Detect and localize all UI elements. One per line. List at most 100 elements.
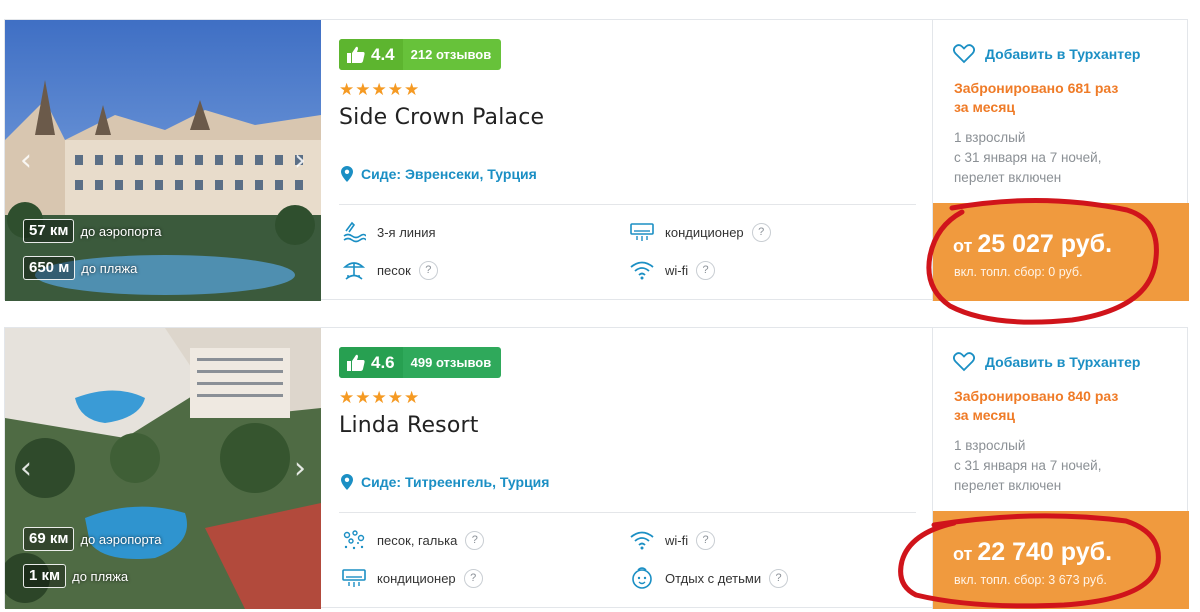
thumbs-up-icon bbox=[347, 354, 365, 371]
price-amount: от 25 027 руб. bbox=[953, 230, 1112, 259]
star-icon: ★ bbox=[404, 80, 420, 100]
reviews-count: 499 отзывов bbox=[410, 355, 492, 370]
tour-details: 1 взрослый с 31 января на 7 ночей, перел… bbox=[954, 128, 1174, 188]
star-rating: ★ ★ ★ ★ ★ bbox=[339, 390, 419, 407]
feature-label: 3-я линия bbox=[377, 224, 436, 240]
help-button[interactable]: ? bbox=[751, 222, 771, 242]
help-button[interactable]: ? bbox=[769, 568, 789, 588]
rating-value: 4.4 bbox=[371, 44, 395, 64]
feature-item: песок ? bbox=[341, 257, 438, 283]
feature-item: Отдых с детьми ? bbox=[629, 565, 789, 591]
booked-line: за месяц bbox=[954, 99, 1015, 115]
tour-flight: перелет включен bbox=[954, 478, 1062, 493]
help-button[interactable]: ? bbox=[463, 568, 483, 588]
price-value: 25 027 руб. bbox=[977, 230, 1113, 258]
hotel-location[interactable]: Сиде: Эвренсеки, Турция bbox=[341, 166, 537, 182]
beach-line-icon bbox=[341, 219, 367, 245]
add-to-favorites-button[interactable]: Добавить в Турхантер bbox=[953, 352, 1140, 372]
feature-label: Отдых с детьми bbox=[665, 570, 762, 586]
booking-panel: Добавить в Турхантер Забронировано 840 р… bbox=[932, 328, 1189, 609]
kids-icon bbox=[629, 565, 655, 591]
heart-icon bbox=[953, 44, 975, 64]
help-button[interactable]: ? bbox=[696, 530, 716, 550]
star-icon: ★ bbox=[371, 80, 387, 100]
prev-photo-button[interactable]: ‹ bbox=[15, 146, 37, 176]
tour-dates: с 31 января на 7 ночей, bbox=[954, 458, 1102, 473]
next-photo-button[interactable]: › bbox=[289, 454, 311, 484]
hotel-card[interactable]: ‹ › 57 км до аэропорта 650 м до пляжа 4.… bbox=[4, 19, 1189, 301]
price-prefix: от bbox=[953, 236, 978, 256]
help-button[interactable]: ? bbox=[418, 260, 438, 280]
beach-distance-label: до пляжа bbox=[72, 568, 129, 584]
add-to-favorites-button[interactable]: Добавить в Турхантер bbox=[953, 44, 1140, 64]
booked-line: Забронировано 681 раз bbox=[954, 80, 1119, 96]
hotel-photo[interactable]: ‹ › 57 км до аэропорта 650 м до пляжа bbox=[5, 20, 321, 301]
air-conditioner-icon bbox=[629, 219, 655, 245]
sand-pebble-icon bbox=[341, 527, 367, 553]
airport-distance-value: 57 км bbox=[23, 219, 75, 243]
fuel-fee: вкл. топл. сбор: 3 673 руб. bbox=[954, 573, 1107, 587]
feature-item: wi-fi ? bbox=[629, 257, 716, 283]
tour-flight: перелет включен bbox=[954, 170, 1062, 185]
star-icon: ★ bbox=[355, 80, 371, 100]
rating-badge[interactable]: 4.4 212 отзывов bbox=[339, 39, 502, 70]
rating-score: 4.6 bbox=[339, 347, 403, 378]
divider bbox=[339, 204, 916, 205]
hotel-photo[interactable]: ‹ › 69 км до аэропорта 1 км до пляжа bbox=[5, 328, 321, 609]
beach-distance: 650 м до пляжа bbox=[23, 256, 137, 280]
add-to-favorites-label: Добавить в Турхантер bbox=[985, 354, 1141, 370]
price-button[interactable]: от 22 740 руб. вкл. топл. сбор: 3 673 ру… bbox=[933, 511, 1189, 609]
wifi-icon bbox=[629, 257, 655, 283]
reviews-count: 212 отзывов bbox=[410, 47, 492, 62]
booked-count: Забронировано 681 раз за месяц bbox=[954, 79, 1154, 117]
airport-distance-label: до аэропорта bbox=[80, 223, 162, 239]
airport-distance: 57 км до аэропорта bbox=[23, 219, 161, 243]
help-button[interactable]: ? bbox=[465, 530, 485, 550]
price-prefix: от bbox=[953, 544, 978, 564]
star-icon: ★ bbox=[339, 388, 355, 408]
star-icon: ★ bbox=[387, 388, 403, 408]
tour-dates: с 31 января на 7 ночей, bbox=[954, 150, 1102, 165]
feature-item: кондиционер ? bbox=[629, 219, 771, 245]
beach-distance-label: до пляжа bbox=[81, 260, 138, 276]
wifi-icon bbox=[629, 527, 655, 553]
hotel-name[interactable]: Side Crown Palace bbox=[339, 105, 544, 130]
booking-panel: Добавить в Турхантер Забронировано 681 р… bbox=[932, 20, 1189, 301]
feature-item: кондиционер ? bbox=[341, 565, 483, 591]
hotel-info: 4.6 499 отзывов ★ ★ ★ ★ ★ Linda Resort С… bbox=[321, 328, 932, 609]
add-to-favorites-label: Добавить в Турхантер bbox=[985, 46, 1141, 62]
prev-photo-button[interactable]: ‹ bbox=[15, 454, 37, 484]
location-text: Сиде: Титреенгель, Турция bbox=[361, 474, 550, 490]
map-pin-icon bbox=[341, 166, 353, 182]
booked-line: Забронировано 840 раз bbox=[954, 388, 1119, 404]
feature-label: wi-fi bbox=[665, 262, 689, 278]
feature-label: wi-fi bbox=[665, 532, 689, 548]
price-button[interactable]: от 25 027 руб. вкл. топл. сбор: 0 руб. bbox=[933, 203, 1189, 301]
airport-distance-value: 69 км bbox=[23, 527, 75, 551]
location-text: Сиде: Эвренсеки, Турция bbox=[361, 166, 537, 182]
hotel-location[interactable]: Сиде: Титреенгель, Турция bbox=[341, 474, 549, 490]
heart-icon bbox=[953, 352, 975, 372]
tour-guests: 1 взрослый bbox=[954, 130, 1026, 145]
feature-item: 3-я линия bbox=[341, 219, 436, 245]
next-photo-button[interactable]: › bbox=[289, 146, 311, 176]
beach-distance: 1 км до пляжа bbox=[23, 564, 128, 588]
hotel-card[interactable]: ‹ › 69 км до аэропорта 1 км до пляжа 4.6… bbox=[4, 327, 1189, 609]
price-amount: от 22 740 руб. bbox=[953, 538, 1112, 567]
thumbs-up-icon bbox=[347, 46, 365, 63]
price-value: 22 740 руб. bbox=[977, 538, 1113, 566]
hotel-name[interactable]: Linda Resort bbox=[339, 413, 479, 438]
sand-icon bbox=[341, 257, 367, 283]
rating-value: 4.6 bbox=[371, 352, 395, 372]
star-icon: ★ bbox=[371, 388, 387, 408]
beach-distance-value: 650 м bbox=[23, 256, 76, 280]
feature-label: песок bbox=[377, 262, 411, 278]
star-icon: ★ bbox=[404, 388, 420, 408]
rating-badge[interactable]: 4.6 499 отзывов bbox=[339, 347, 502, 378]
star-icon: ★ bbox=[339, 80, 355, 100]
booked-count: Забронировано 840 раз за месяц bbox=[954, 387, 1154, 425]
map-pin-icon bbox=[341, 474, 353, 490]
airport-distance-label: до аэропорта bbox=[80, 531, 162, 547]
help-button[interactable]: ? bbox=[696, 260, 716, 280]
star-rating: ★ ★ ★ ★ ★ bbox=[339, 82, 419, 99]
